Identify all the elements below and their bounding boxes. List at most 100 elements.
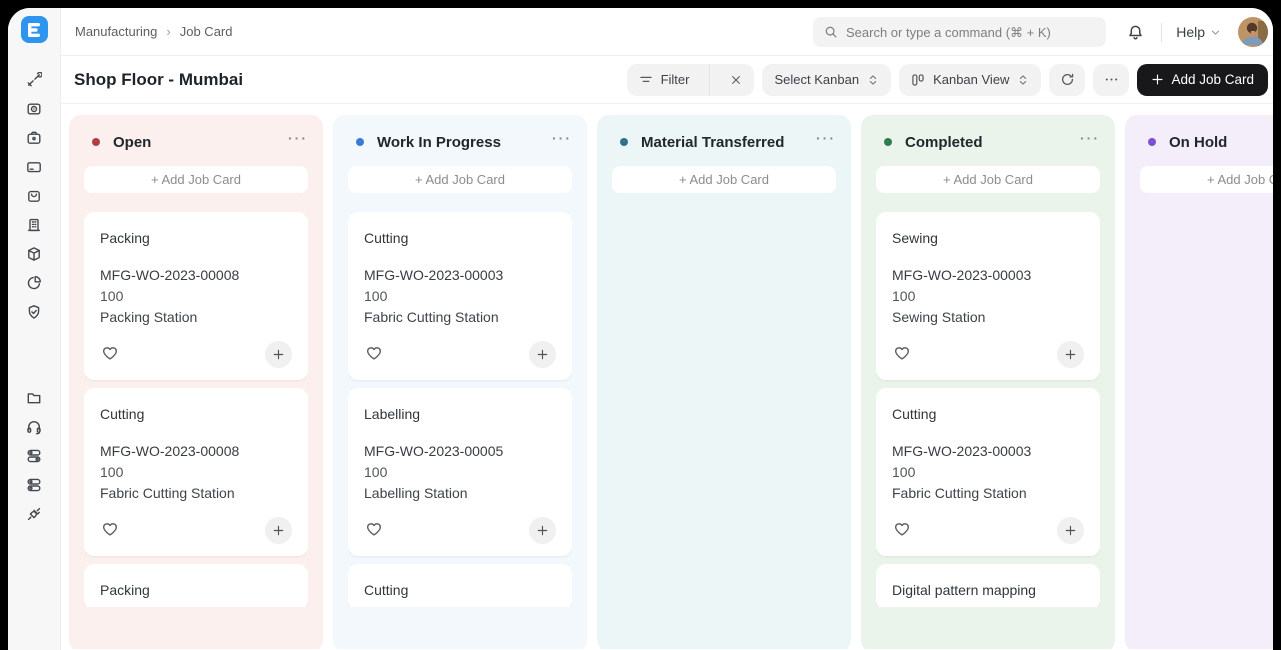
job-card[interactable]: Packing xyxy=(84,564,308,607)
like-button[interactable] xyxy=(100,520,120,540)
column-add-job-card-button[interactable]: + Add Job Card xyxy=(876,166,1100,193)
add-job-card-label: Add Job Card xyxy=(1171,72,1254,87)
select-kanban-dropdown[interactable]: Select Kanban xyxy=(762,63,892,96)
job-card[interactable]: Packing MFG-WO-2023-00008 100 Packing Stati… xyxy=(84,212,308,380)
sidebar-item-camera-case[interactable] xyxy=(26,130,42,146)
cards-viewport: Packing MFG-WO-2023-00008 100 Packing Stati… xyxy=(84,212,308,607)
status-dot xyxy=(356,138,364,146)
monitor-eye-icon xyxy=(27,103,41,115)
help-button[interactable]: Help xyxy=(1172,20,1225,44)
card-workstation: Fabric Cutting Station xyxy=(892,485,1027,501)
heart-icon xyxy=(894,523,910,536)
job-card[interactable]: Cutting MFG-WO-2023-00008 100 Fabric Cuttin… xyxy=(84,388,308,556)
folder-icon xyxy=(27,393,41,404)
job-card[interactable]: Digital pattern mapping xyxy=(876,564,1100,607)
job-card[interactable]: Sewing MFG-WO-2023-00003 100 Sewing Station xyxy=(876,212,1100,380)
column-header: Completed ··· xyxy=(876,128,1100,156)
select-kanban-label: Select Kanban xyxy=(774,72,860,87)
sidebar-item-credit-card[interactable] xyxy=(26,159,42,175)
card-footer xyxy=(892,340,1084,368)
app-window: Manufacturing › Job Card Help xyxy=(8,8,1273,650)
sidebar-item-building[interactable] xyxy=(26,217,42,233)
global-search[interactable] xyxy=(813,17,1106,47)
sidebar-item-pie-chart[interactable] xyxy=(26,275,42,291)
breadcrumb-job-card[interactable]: Job Card xyxy=(180,24,233,39)
status-dot xyxy=(92,138,100,146)
shopping-bag-icon xyxy=(28,190,40,202)
card-assign-button[interactable] xyxy=(529,516,556,544)
job-card[interactable]: Cutting xyxy=(348,564,572,607)
kanban-column-work-in-progress: Work In Progress ··· + Add Job Card Cutting… xyxy=(333,115,587,649)
card-workstation: Fabric Cutting Station xyxy=(364,309,499,325)
column-header: Open ··· xyxy=(84,128,308,156)
plus-icon xyxy=(1152,74,1163,85)
page-title: Shop Floor - Mumbai xyxy=(74,69,244,89)
card-quantity: 100 xyxy=(892,288,916,304)
sidebar-item-folder[interactable] xyxy=(26,390,42,406)
plus-icon xyxy=(537,525,548,535)
sidebar-item-toggles[interactable] xyxy=(26,448,42,464)
plus-icon xyxy=(537,349,548,359)
card-footer xyxy=(364,340,556,368)
card-assign-button[interactable] xyxy=(265,340,292,368)
kanban-column-material-transferred: Material Transferred ··· + Add Job Card xyxy=(597,115,851,649)
card-assign-button[interactable] xyxy=(1057,516,1084,544)
heart-icon xyxy=(102,347,118,360)
like-button[interactable] xyxy=(892,520,912,540)
card-details: MFG-WO-2023-00003 100 Fabric Cutting Stati… xyxy=(892,441,1084,504)
sidebar-item-plug[interactable] xyxy=(26,506,42,522)
card-assign-button[interactable] xyxy=(1057,340,1084,368)
card-assign-button[interactable] xyxy=(265,516,292,544)
like-button[interactable] xyxy=(364,520,384,540)
heart-icon xyxy=(102,523,118,536)
cards-viewport xyxy=(612,212,836,607)
sidebar-item-headset[interactable] xyxy=(26,419,42,435)
job-card[interactable]: Cutting MFG-WO-2023-00003 100 Fabric Cuttin… xyxy=(876,388,1100,556)
card-quantity: 100 xyxy=(364,288,388,304)
like-button[interactable] xyxy=(100,344,120,364)
add-job-card-button[interactable]: Add Job Card xyxy=(1137,63,1268,96)
user-avatar[interactable] xyxy=(1238,17,1268,47)
refresh-button[interactable] xyxy=(1049,63,1086,96)
notifications-button[interactable] xyxy=(1119,16,1151,48)
like-button[interactable] xyxy=(892,344,912,364)
column-menu-button[interactable]: ··· xyxy=(552,130,572,146)
like-button[interactable] xyxy=(364,344,384,364)
sidebar-item-toggles-alt[interactable] xyxy=(26,477,42,493)
bell-icon xyxy=(1128,25,1142,39)
column-title: Work In Progress xyxy=(377,133,501,151)
view-switcher-dropdown[interactable]: Kanban View xyxy=(899,63,1042,96)
job-card[interactable]: Labelling MFG-WO-2023-00005 100 Labelling S… xyxy=(348,388,572,556)
column-add-job-card-button[interactable]: + Add Job Card xyxy=(1140,166,1273,193)
card-assign-button[interactable] xyxy=(529,340,556,368)
sidebar-item-monitor-eye[interactable] xyxy=(26,101,42,117)
sidebar-item-wrench-screwdriver[interactable] xyxy=(26,72,42,88)
search-input[interactable] xyxy=(846,24,1095,40)
card-work-order: MFG-WO-2023-00005 xyxy=(364,443,504,459)
plus-icon xyxy=(1065,349,1076,359)
filter-button[interactable]: Filter xyxy=(627,64,702,96)
breadcrumb-manufacturing[interactable]: Manufacturing xyxy=(75,24,157,39)
job-card[interactable]: Cutting MFG-WO-2023-00003 100 Fabric Cuttin… xyxy=(348,212,572,380)
sidebar-item-shopping-bag[interactable] xyxy=(26,188,42,204)
more-options-button[interactable] xyxy=(1093,63,1130,96)
column-add-job-card-button[interactable]: + Add Job Card xyxy=(84,166,308,193)
column-title: Open xyxy=(113,133,152,151)
column-menu-button[interactable]: ··· xyxy=(1080,130,1100,146)
sidebar-item-shield-check[interactable] xyxy=(26,304,42,320)
column-menu-button[interactable]: ··· xyxy=(816,130,836,146)
card-footer xyxy=(892,516,1084,544)
card-footer xyxy=(100,340,292,368)
app-logo[interactable] xyxy=(20,16,48,43)
plus-icon xyxy=(273,349,284,359)
clear-filter-button[interactable] xyxy=(718,64,754,96)
column-title: Material Transferred xyxy=(641,133,785,151)
column-menu-button[interactable]: ··· xyxy=(288,130,308,146)
card-work-order: MFG-WO-2023-00003 xyxy=(892,267,1032,283)
column-add-job-card-button[interactable]: + Add Job Card xyxy=(348,166,572,193)
sidebar-item-package[interactable] xyxy=(26,246,42,262)
list-toolbar: Shop Floor - Mumbai Filter Select Kanban xyxy=(61,56,1273,104)
card-quantity: 100 xyxy=(892,464,916,480)
column-add-job-card-button[interactable]: + Add Job Card xyxy=(612,166,836,193)
card-title: Cutting xyxy=(892,406,937,422)
